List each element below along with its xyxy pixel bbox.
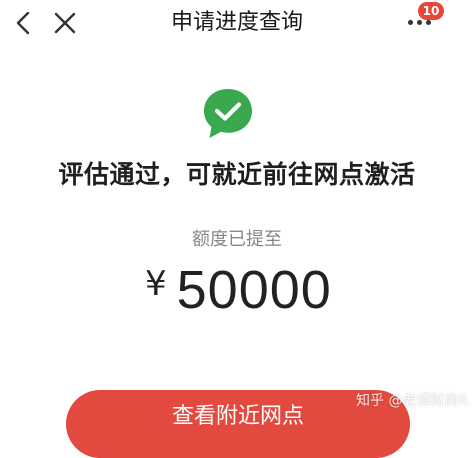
chevron-left-icon: [16, 11, 30, 35]
more-dots-icon: [408, 20, 435, 25]
status-title: 评估通过，可就近前往网点激活: [58, 160, 416, 189]
currency-symbol: ¥: [145, 264, 167, 304]
close-icon: [54, 12, 76, 34]
notification-badge: 10: [418, 2, 444, 20]
amount-display: ¥50000: [145, 258, 332, 328]
navigation-bar: 申请进度查询 10: [0, 0, 474, 48]
credit-amount: 50000: [176, 260, 332, 320]
back-button[interactable]: [10, 8, 40, 38]
limit-label: 额度已提至: [192, 229, 282, 250]
check-chat-bubble-icon: [204, 89, 252, 138]
close-button[interactable]: [50, 8, 80, 38]
watermark-text: 知乎 @老谭财商R: [356, 393, 469, 409]
